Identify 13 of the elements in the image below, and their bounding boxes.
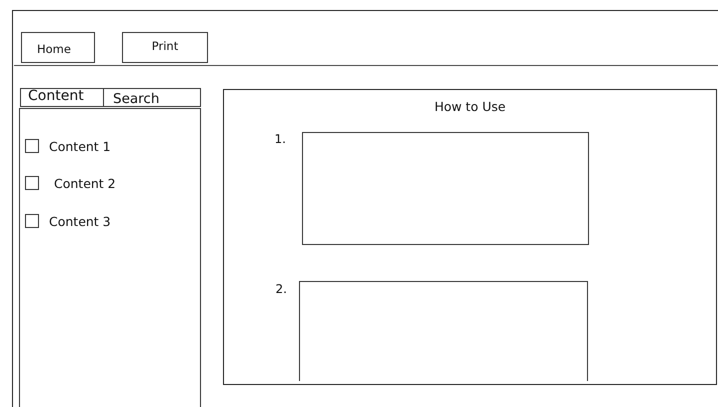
toolbar-button[interactable]: Home [21,32,95,63]
step-number: 1. [274,132,286,146]
checkbox[interactable] [25,214,39,228]
checkbox-label: Content 2 [54,176,116,190]
panel-title: How to Use [433,99,507,114]
checkbox[interactable] [25,176,39,190]
checkbox-label: Content 3 [49,214,111,228]
tab[interactable]: Search [104,88,201,107]
toolbar-button[interactable]: Print [122,32,208,63]
step-number: 2. [274,282,287,296]
checkbox-label: Content 1 [49,138,111,154]
tab[interactable]: Content [20,88,104,107]
checkbox[interactable] [25,139,39,153]
